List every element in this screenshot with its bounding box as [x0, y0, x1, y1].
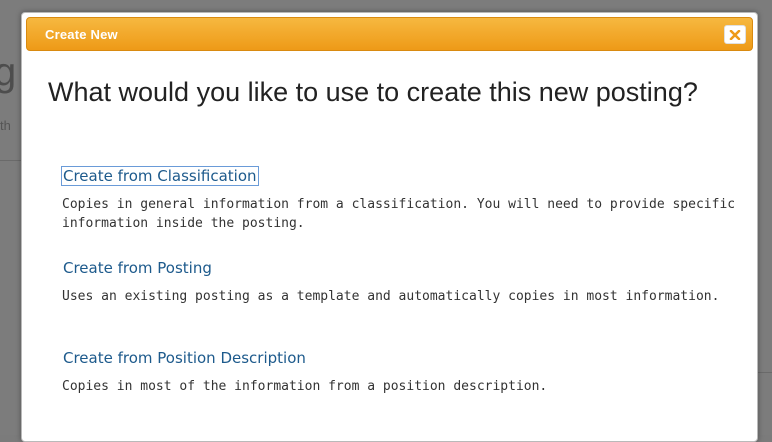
option-create-from-posting: Create from Posting Uses an existing pos… [62, 259, 742, 306]
close-button[interactable] [724, 25, 746, 44]
option-create-from-classification: Create from Classification Copies in gen… [61, 166, 742, 233]
background-text: th [0, 118, 11, 133]
option-description: Uses an existing posting as a template a… [62, 289, 720, 304]
close-icon [729, 29, 741, 40]
create-from-position-description-link[interactable]: Create from Position Description [62, 349, 307, 367]
background-heading: g [0, 50, 17, 94]
create-from-classification-link[interactable]: Create from Classification [61, 166, 259, 186]
dialog-titlebar: Create New [26, 17, 753, 51]
create-from-posting-link[interactable]: Create from Posting [62, 259, 213, 277]
option-create-from-position-description: Create from Position Description Copies … [62, 349, 742, 396]
dialog-question: What would you like to use to create thi… [48, 77, 698, 107]
option-description: Copies in general information from a cla… [62, 197, 736, 231]
create-new-dialog: Create New What would you like to use to… [21, 12, 758, 442]
option-description: Copies in most of the information from a… [62, 379, 548, 394]
dialog-title: Create New [45, 27, 118, 42]
